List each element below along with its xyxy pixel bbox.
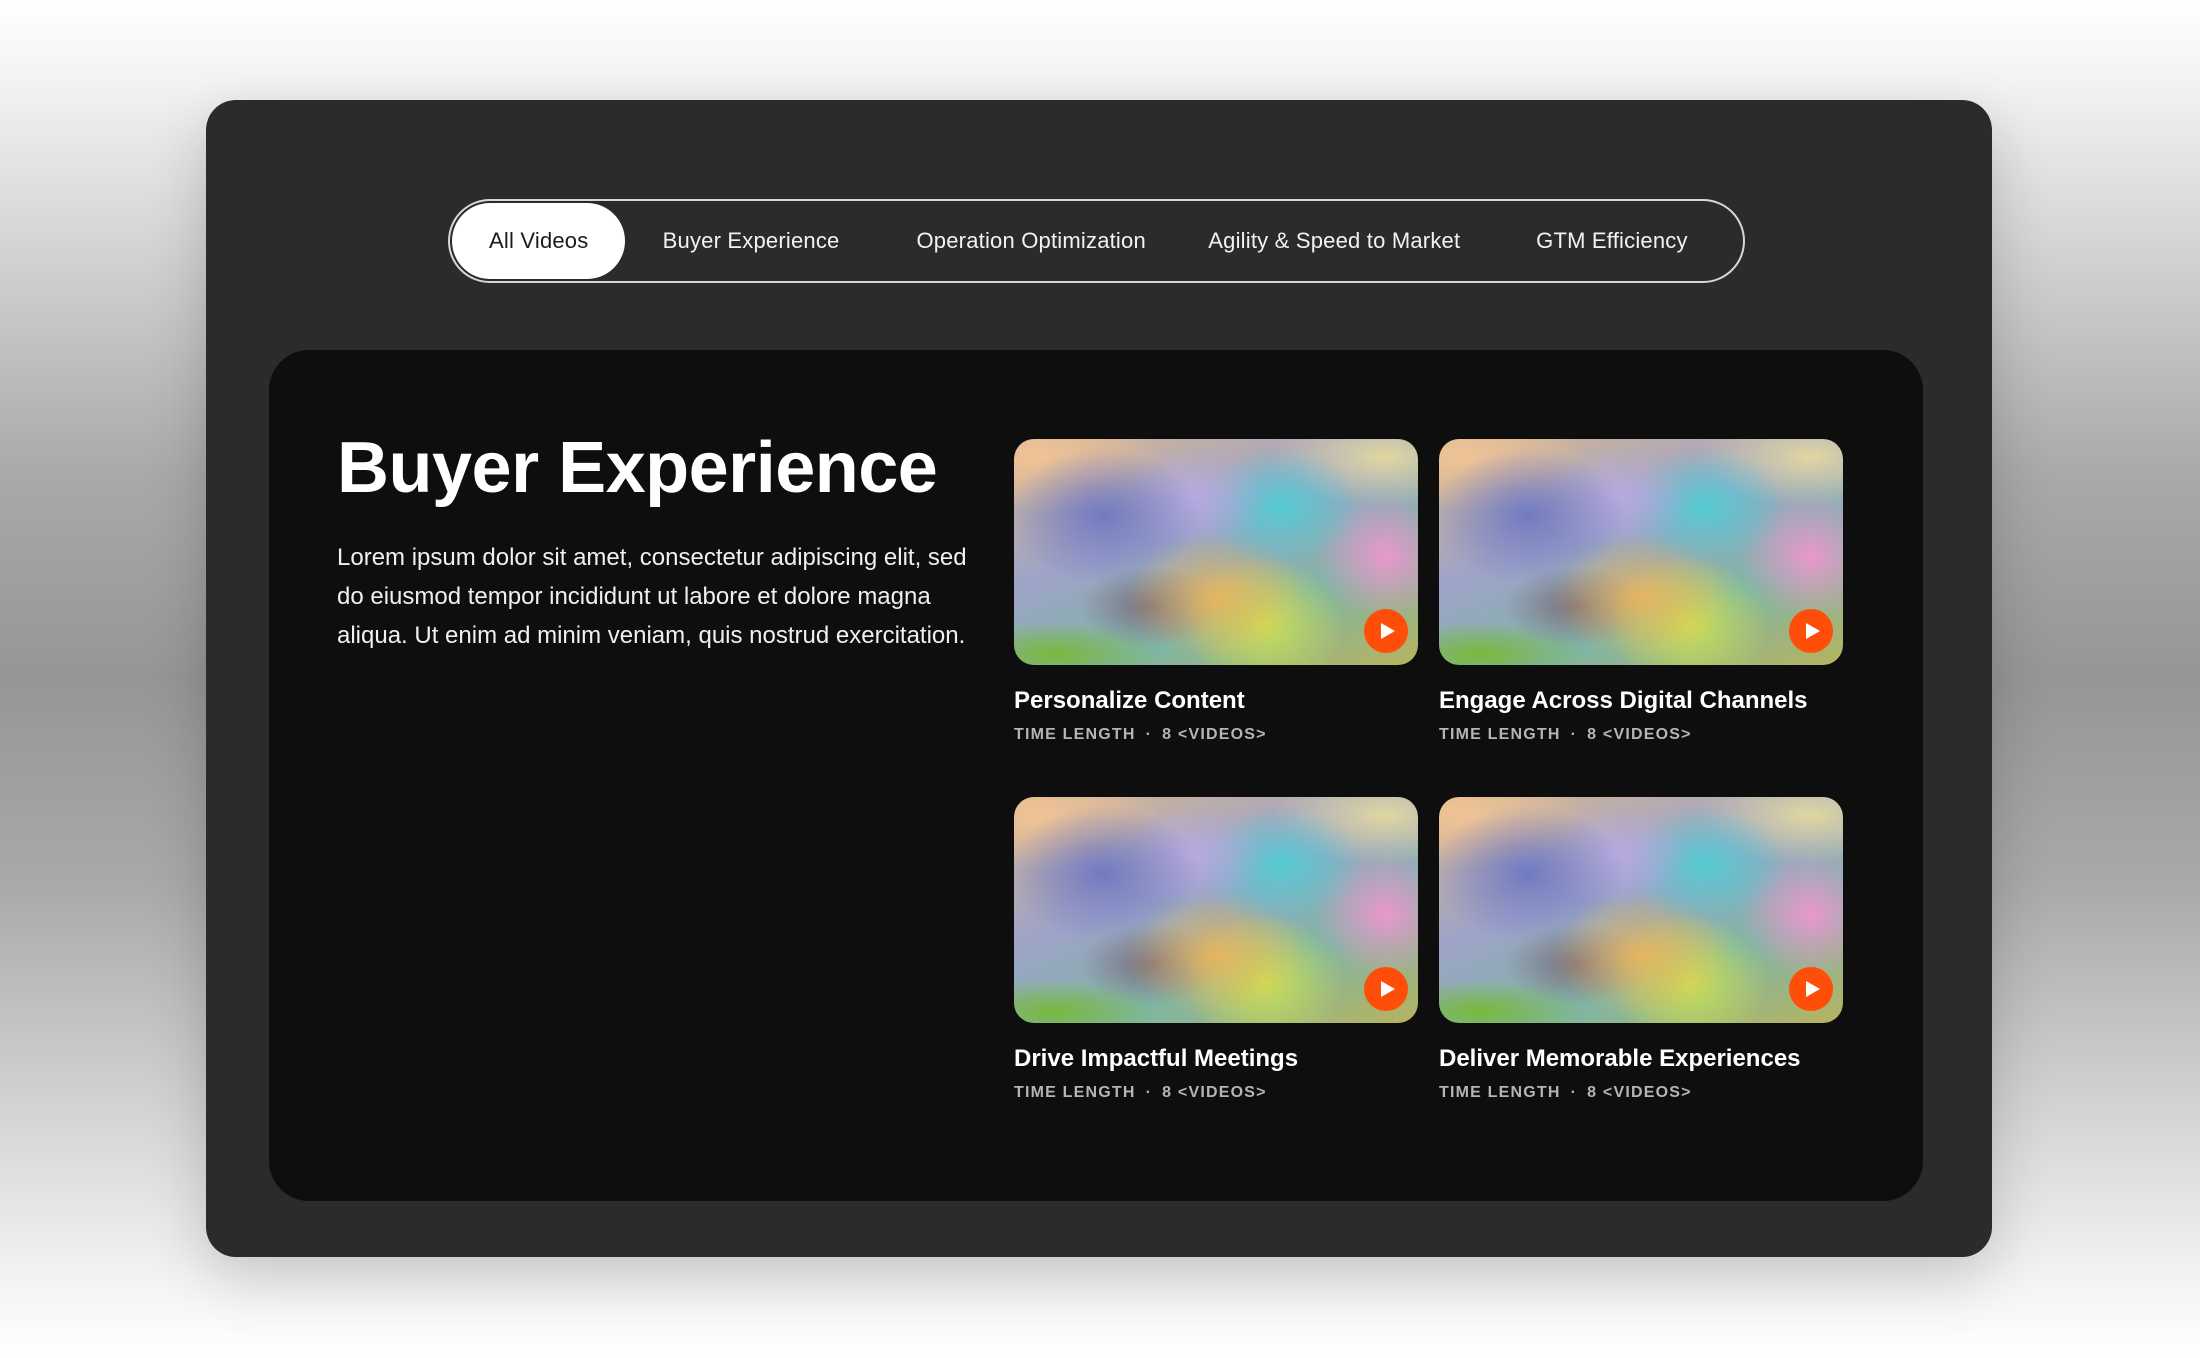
video-library-frame: All Videos Buyer Experience Operation Op… — [206, 100, 1992, 1257]
play-icon — [1805, 623, 1820, 639]
section-title: Buyer Experience — [337, 428, 938, 508]
video-thumbnail[interactable] — [1439, 439, 1843, 665]
tab-gtm-efficiency[interactable]: GTM Efficiency — [1483, 203, 1741, 279]
play-button[interactable] — [1364, 609, 1408, 653]
video-thumbnail[interactable] — [1439, 797, 1843, 1023]
video-card: Drive Impactful Meetings TIME LENGTH · 8… — [1014, 797, 1418, 1102]
time-length: TIME LENGTH — [1014, 1084, 1136, 1101]
video-title[interactable]: Engage Across Digital Channels — [1439, 686, 1843, 716]
video-title[interactable]: Deliver Memorable Experiences — [1439, 1044, 1843, 1074]
play-button[interactable] — [1789, 609, 1833, 653]
category-panel: Buyer Experience Lorem ipsum dolor sit a… — [269, 350, 1923, 1201]
video-meta: TIME LENGTH · 8 <VIDEOS> — [1014, 726, 1418, 744]
video-count: 8 <VIDEOS> — [1162, 726, 1267, 743]
tab-operation-optimization[interactable]: Operation Optimization — [877, 203, 1186, 279]
video-count: 8 <VIDEOS> — [1587, 1084, 1692, 1101]
video-title[interactable]: Drive Impactful Meetings — [1014, 1044, 1418, 1074]
play-icon — [1805, 981, 1820, 997]
tab-buyer-experience[interactable]: Buyer Experience — [625, 203, 876, 279]
video-thumbnail[interactable] — [1014, 439, 1418, 665]
video-meta: TIME LENGTH · 8 <VIDEOS> — [1439, 726, 1843, 744]
meta-separator: · — [1145, 726, 1153, 743]
play-button[interactable] — [1364, 967, 1408, 1011]
video-thumbnail[interactable] — [1014, 797, 1418, 1023]
play-icon — [1380, 623, 1395, 639]
meta-separator: · — [1145, 1084, 1153, 1101]
time-length: TIME LENGTH — [1439, 1084, 1561, 1101]
time-length: TIME LENGTH — [1439, 726, 1561, 743]
video-card: Deliver Memorable Experiences TIME LENGT… — [1439, 797, 1843, 1102]
category-tabs: All Videos Buyer Experience Operation Op… — [448, 199, 1745, 283]
video-count: 8 <VIDEOS> — [1587, 726, 1692, 743]
meta-separator: · — [1570, 726, 1578, 743]
video-meta: TIME LENGTH · 8 <VIDEOS> — [1014, 1084, 1418, 1102]
tab-all-videos[interactable]: All Videos — [452, 203, 626, 279]
video-count: 8 <VIDEOS> — [1162, 1084, 1267, 1101]
section-description: Lorem ipsum dolor sit amet, consectetur … — [337, 544, 967, 649]
video-card: Engage Across Digital Channels TIME LENG… — [1439, 439, 1843, 744]
tab-agility-speed-to-market[interactable]: Agility & Speed to Market — [1186, 203, 1483, 279]
video-title[interactable]: Personalize Content — [1014, 686, 1418, 716]
video-card: Personalize Content TIME LENGTH · 8 <VID… — [1014, 439, 1418, 744]
time-length: TIME LENGTH — [1014, 726, 1136, 743]
video-meta: TIME LENGTH · 8 <VIDEOS> — [1439, 1084, 1843, 1102]
meta-separator: · — [1570, 1084, 1578, 1101]
play-button[interactable] — [1789, 967, 1833, 1011]
play-icon — [1380, 981, 1395, 997]
